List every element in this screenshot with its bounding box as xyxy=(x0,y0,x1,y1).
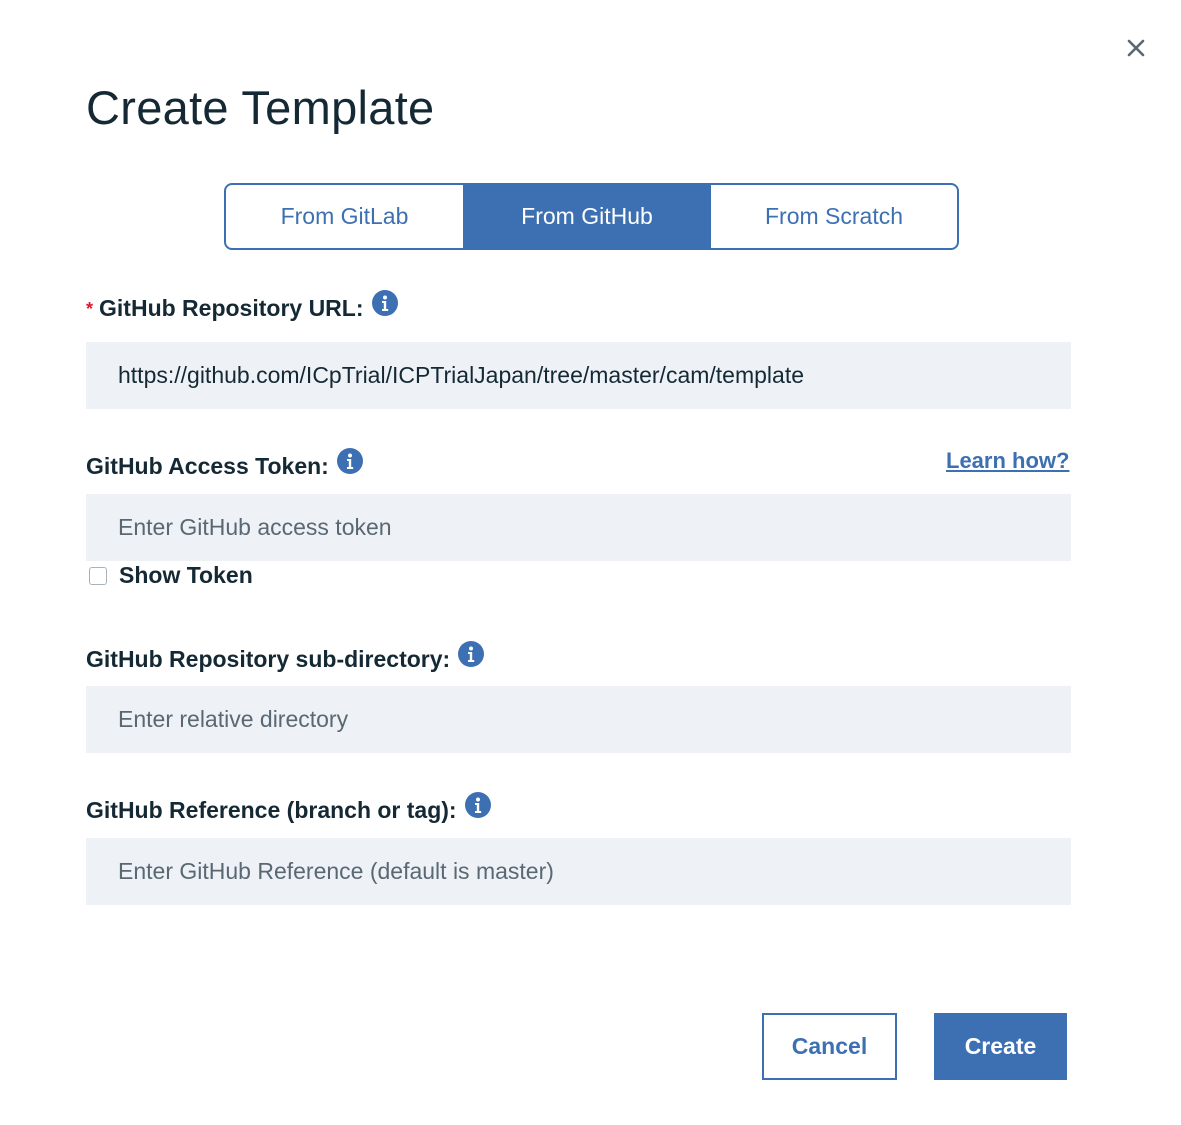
info-icon[interactable] xyxy=(464,791,491,818)
show-token-label: Show Token xyxy=(119,562,253,588)
reference-label-row: GitHub Reference (branch or tag): xyxy=(86,791,491,824)
info-icon[interactable] xyxy=(458,640,485,667)
cancel-button[interactable]: Cancel xyxy=(762,1013,897,1080)
learn-how-link[interactable]: Learn how? xyxy=(946,448,1069,474)
access-token-input[interactable] xyxy=(86,494,1071,561)
repo-url-label-row: * GitHub Repository URL: xyxy=(86,289,398,322)
info-icon[interactable] xyxy=(371,289,398,316)
sub-directory-label-row: GitHub Repository sub-directory: xyxy=(86,640,485,673)
source-tabs: From GitLab From GitHub From Scratch xyxy=(224,183,959,250)
reference-label: GitHub Reference (branch or tag): xyxy=(86,797,457,823)
create-button[interactable]: Create xyxy=(934,1013,1067,1080)
close-icon[interactable] xyxy=(1124,36,1148,60)
reference-input[interactable] xyxy=(86,838,1071,905)
required-marker: * xyxy=(86,299,94,319)
show-token-row: Show Token xyxy=(89,562,253,589)
repo-url-input[interactable] xyxy=(86,342,1071,409)
show-token-checkbox[interactable] xyxy=(89,566,107,585)
tab-from-gitlab[interactable]: From GitLab xyxy=(226,185,464,248)
sub-directory-input[interactable] xyxy=(86,686,1071,753)
access-token-label-row: GitHub Access Token: xyxy=(86,447,363,480)
info-icon[interactable] xyxy=(336,447,363,474)
dialog-title: Create Template xyxy=(86,81,435,134)
tab-from-scratch[interactable]: From Scratch xyxy=(710,185,957,248)
tab-from-github[interactable]: From GitHub xyxy=(464,185,710,248)
access-token-label: GitHub Access Token: xyxy=(86,453,329,479)
repo-url-label: GitHub Repository URL: xyxy=(99,295,364,321)
sub-directory-label: GitHub Repository sub-directory: xyxy=(86,646,451,672)
